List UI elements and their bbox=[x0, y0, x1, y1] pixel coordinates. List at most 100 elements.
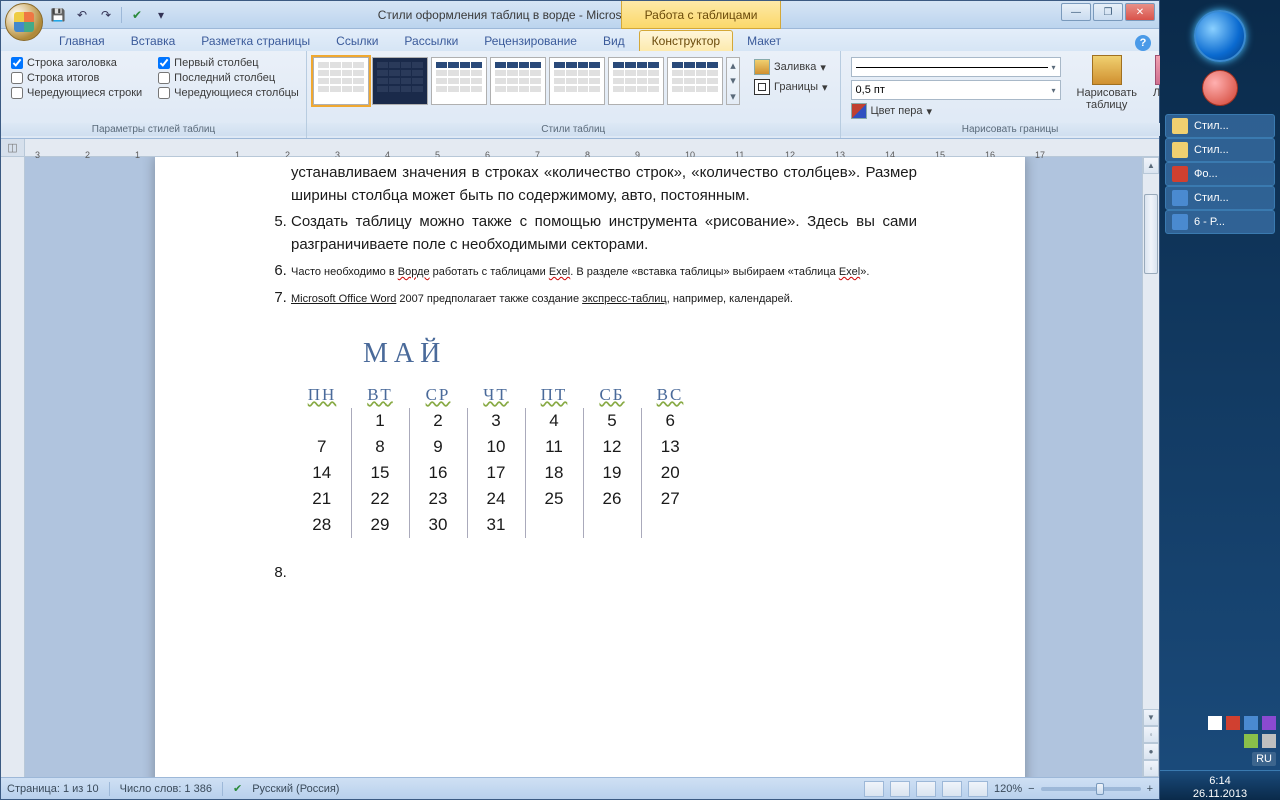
view-fullscreen-icon[interactable] bbox=[890, 781, 910, 797]
zoom-in-icon[interactable]: + bbox=[1147, 783, 1153, 795]
calendar-cell[interactable]: 5 bbox=[583, 408, 641, 434]
tab-insert[interactable]: Вставка bbox=[119, 31, 188, 51]
borders-button[interactable]: Границы ▾ bbox=[750, 77, 832, 97]
tray-icon[interactable] bbox=[1244, 734, 1258, 748]
zoom-out-icon[interactable]: − bbox=[1028, 783, 1034, 795]
calendar-cell[interactable]: 13 bbox=[641, 434, 699, 460]
tab-page-layout[interactable]: Разметка страницы bbox=[189, 31, 322, 51]
tray-flag-icon[interactable] bbox=[1208, 716, 1222, 730]
browse-next-icon[interactable]: ◦ bbox=[1143, 760, 1159, 777]
taskbar-item[interactable]: Стил... bbox=[1165, 186, 1275, 210]
view-web-icon[interactable] bbox=[916, 781, 936, 797]
style-thumb-3[interactable] bbox=[431, 57, 487, 105]
tray-shield-icon[interactable] bbox=[1262, 716, 1276, 730]
qat-undo-icon[interactable]: ↶ bbox=[73, 6, 91, 24]
taskbar-item[interactable]: Фо... bbox=[1165, 162, 1275, 186]
chk-last-col[interactable]: Последний столбец bbox=[158, 72, 299, 84]
browse-prev-icon[interactable]: ◦ bbox=[1143, 726, 1159, 743]
language-indicator[interactable]: RU bbox=[1252, 752, 1276, 766]
style-thumb-7[interactable] bbox=[667, 57, 723, 105]
start-orb-icon[interactable] bbox=[1194, 10, 1246, 62]
calendar-cell[interactable] bbox=[293, 408, 351, 434]
calendar-cell[interactable]: 29 bbox=[351, 512, 409, 538]
calendar-cell[interactable]: 1 bbox=[351, 408, 409, 434]
view-print-layout-icon[interactable] bbox=[864, 781, 884, 797]
chk-header-row[interactable]: Строка заголовка bbox=[11, 57, 142, 69]
calendar-cell[interactable]: 12 bbox=[583, 434, 641, 460]
qat-save-icon[interactable]: 💾 bbox=[49, 6, 67, 24]
tray-icon[interactable] bbox=[1262, 734, 1276, 748]
view-draft-icon[interactable] bbox=[968, 781, 988, 797]
status-page[interactable]: Страница: 1 из 10 bbox=[7, 783, 99, 795]
calendar-cell[interactable]: 3 bbox=[467, 408, 525, 434]
calendar-table[interactable]: ПНВТСРЧТПТСБВС 1234567891011121314151617… bbox=[293, 382, 699, 538]
status-words[interactable]: Число слов: 1 386 bbox=[120, 783, 212, 795]
calendar-cell[interactable] bbox=[641, 512, 699, 538]
calendar-cell[interactable]: 10 bbox=[467, 434, 525, 460]
tab-table-design[interactable]: Конструктор bbox=[639, 30, 733, 51]
zoom-level[interactable]: 120% bbox=[994, 783, 1022, 795]
style-thumb-5[interactable] bbox=[549, 57, 605, 105]
shading-button[interactable]: Заливка ▾ bbox=[750, 57, 832, 77]
style-thumb-2[interactable] bbox=[372, 57, 428, 105]
minimize-button[interactable]: — bbox=[1061, 3, 1091, 21]
calendar-cell[interactable]: 18 bbox=[525, 460, 583, 486]
calendar-cell[interactable]: 20 bbox=[641, 460, 699, 486]
calendar-cell[interactable]: 24 bbox=[467, 486, 525, 512]
ruler-corner[interactable]: ◫ bbox=[1, 139, 25, 156]
calendar-cell[interactable]: 15 bbox=[351, 460, 409, 486]
status-language[interactable]: Русский (Россия) bbox=[252, 783, 339, 795]
calendar-cell[interactable] bbox=[583, 512, 641, 538]
scroll-up-icon[interactable]: ▲ bbox=[1143, 157, 1159, 174]
calendar-cell[interactable]: 30 bbox=[409, 512, 467, 538]
zoom-slider[interactable] bbox=[1041, 787, 1141, 791]
chk-banded-rows[interactable]: Чередующиеся строки bbox=[11, 87, 142, 99]
calendar-cell[interactable]: 31 bbox=[467, 512, 525, 538]
page[interactable]: устанавливаем значения в строках «количе… bbox=[155, 157, 1025, 777]
chk-first-col[interactable]: Первый столбец bbox=[158, 57, 299, 69]
calendar-cell[interactable] bbox=[525, 512, 583, 538]
spellcheck-icon[interactable]: ✔ bbox=[233, 782, 242, 795]
calendar-cell[interactable]: 26 bbox=[583, 486, 641, 512]
calendar-cell[interactable]: 21 bbox=[293, 486, 351, 512]
view-outline-icon[interactable] bbox=[942, 781, 962, 797]
pen-color-button[interactable]: Цвет пера ▾ bbox=[851, 103, 1061, 119]
vertical-scrollbar[interactable]: ▲ ▼ ◦ ● ◦ bbox=[1142, 157, 1159, 777]
help-icon[interactable]: ? bbox=[1135, 35, 1151, 51]
tab-table-layout[interactable]: Макет bbox=[735, 31, 793, 51]
calendar-cell[interactable]: 23 bbox=[409, 486, 467, 512]
qat-redo-icon[interactable]: ↷ bbox=[97, 6, 115, 24]
style-thumb-1[interactable] bbox=[313, 57, 369, 105]
calendar-cell[interactable]: 6 bbox=[641, 408, 699, 434]
gallery-more-button[interactable]: ▴▾▾ bbox=[726, 57, 740, 105]
vertical-ruler[interactable] bbox=[1, 157, 25, 777]
close-button[interactable]: ✕ bbox=[1125, 3, 1155, 21]
calendar-cell[interactable]: 25 bbox=[525, 486, 583, 512]
horizontal-ruler[interactable]: ◫ 3211234567891011121314151617 bbox=[1, 139, 1159, 157]
tab-home[interactable]: Главная bbox=[47, 31, 117, 51]
calendar-cell[interactable]: 16 bbox=[409, 460, 467, 486]
calendar-cell[interactable]: 8 bbox=[351, 434, 409, 460]
browse-select-icon[interactable]: ● bbox=[1143, 743, 1159, 760]
style-thumb-4[interactable] bbox=[490, 57, 546, 105]
draw-table-button[interactable]: Нарисовать таблицу bbox=[1071, 53, 1143, 113]
taskbar-clock[interactable]: 6:14 26.11.2013 bbox=[1160, 770, 1280, 800]
tray-network-icon[interactable] bbox=[1226, 716, 1240, 730]
tray-volume-icon[interactable] bbox=[1244, 716, 1258, 730]
calendar-cell[interactable]: 7 bbox=[293, 434, 351, 460]
tab-references[interactable]: Ссылки bbox=[324, 31, 390, 51]
qat-more-icon[interactable]: ▾ bbox=[152, 6, 170, 24]
calendar-cell[interactable]: 27 bbox=[641, 486, 699, 512]
line-style-dropdown[interactable]: ▾ bbox=[851, 57, 1061, 77]
chk-total-row[interactable]: Строка итогов bbox=[11, 72, 142, 84]
calendar-cell[interactable]: 22 bbox=[351, 486, 409, 512]
style-thumb-6[interactable] bbox=[608, 57, 664, 105]
scroll-thumb[interactable] bbox=[1144, 194, 1158, 274]
calendar-cell[interactable]: 28 bbox=[293, 512, 351, 538]
calendar-cell[interactable]: 14 bbox=[293, 460, 351, 486]
line-weight-dropdown[interactable]: 0,5 пт▾ bbox=[851, 80, 1061, 100]
calendar-cell[interactable]: 2 bbox=[409, 408, 467, 434]
office-button[interactable] bbox=[5, 3, 43, 41]
chk-banded-cols[interactable]: Чередующиеся столбцы bbox=[158, 87, 299, 99]
maximize-button[interactable]: ❐ bbox=[1093, 3, 1123, 21]
